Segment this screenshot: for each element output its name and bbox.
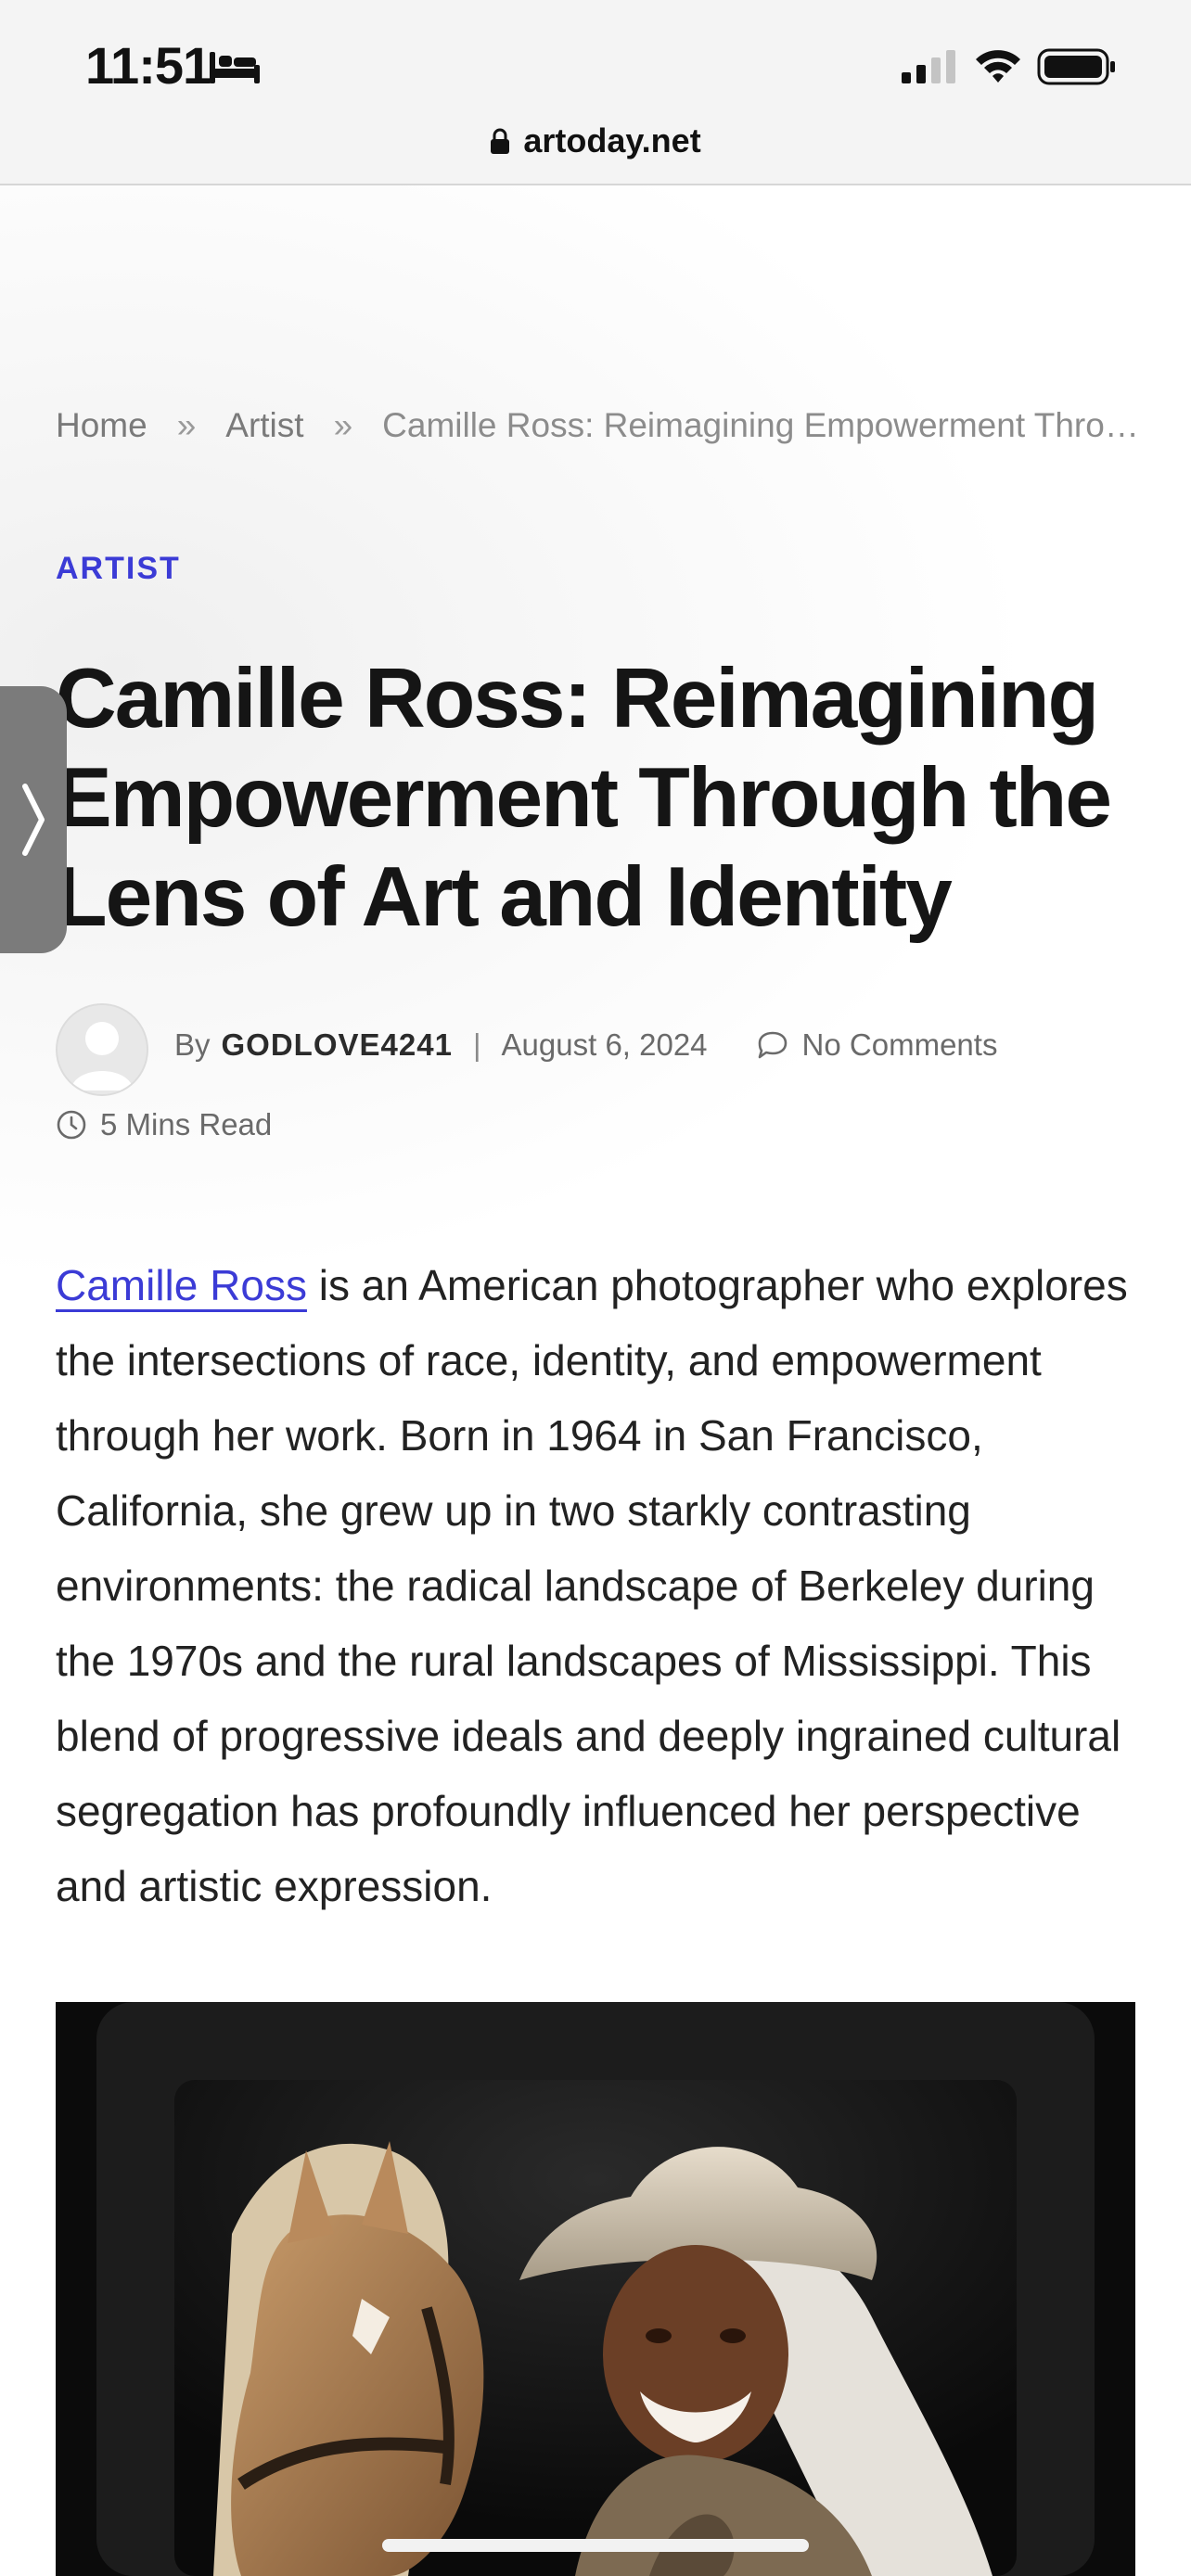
status-time: 11:51 [85,36,211,95]
article-lead-paragraph: Camille Ross is an American photographer… [56,1248,1141,1924]
read-time-text: 5 Mins Read [100,1107,273,1141]
battery-icon [1037,48,1115,85]
breadcrumb-home-link[interactable]: Home [56,406,147,445]
breadcrumb-artist-link[interactable]: Artist [225,406,303,445]
clock-icon [57,1110,86,1140]
user-placeholder-icon [58,1005,147,1094]
bed-icon [210,52,260,83]
portrait-photo-woman-with-horse [56,2002,1135,2576]
side-panel-toggle[interactable] [0,686,67,953]
breadcrumb-separator: » [333,406,353,444]
url-text: artoday.net [523,121,701,159]
cellular-signal-icon [902,50,955,83]
wifi-icon [976,50,1020,83]
meta-divider: | [472,1027,481,1062]
lead-paragraph-text: is an American photographer who explores… [56,1261,1128,1910]
chevron-right-icon [22,784,45,856]
breadcrumb-separator: » [176,406,197,444]
featured-image[interactable] [56,2002,1135,2576]
author-avatar[interactable] [56,1003,148,1096]
breadcrumb: Home » Artist » Camille Ross: Reimaginin… [56,406,1141,445]
status-bar: 11:51 artoday.net [0,0,1191,185]
by-label: By [174,1027,211,1062]
article-meta: By GODLOVE4241 | August 6, 2024 No Comme… [174,1027,997,1063]
comments-link[interactable]: No Comments [802,1027,998,1063]
comment-icon [758,1031,787,1059]
address-bar[interactable]: artoday.net [0,113,1191,169]
breadcrumb-current: Camille Ross: Reimagining Empowerment Th… [382,406,1141,444]
camille-ross-link[interactable]: Camille Ross [56,1261,307,1309]
lock-icon [491,128,510,154]
read-time: 5 Mins Read [56,1107,272,1142]
category-link[interactable]: ARTIST [56,551,181,587]
article-title: Camille Ross: Reimagining Empowerment Th… [56,652,1112,944]
author-link[interactable]: GODLOVE4241 [222,1027,453,1063]
home-indicator[interactable] [382,2539,809,2552]
publish-date: August 6, 2024 [501,1027,708,1062]
